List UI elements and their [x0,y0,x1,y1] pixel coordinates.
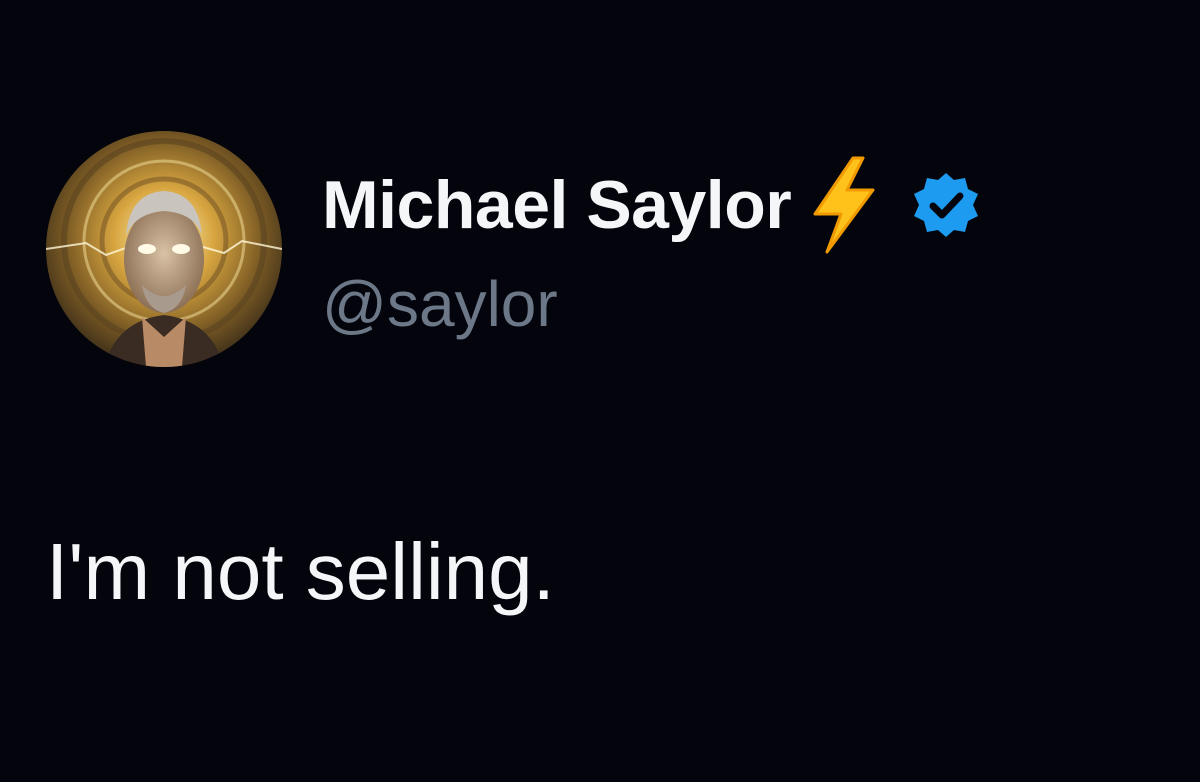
verified-badge-icon[interactable] [911,170,981,240]
author-display-name[interactable]: Michael Saylor [322,171,792,239]
profile-avatar[interactable] [46,131,282,367]
tweet-body-text: I'm not selling. [46,527,555,616]
tweet-card: Michael Saylor @saylor I'm not selling. [0,0,1200,782]
author-handle[interactable]: @saylor [322,272,558,336]
high-voltage-emoji-icon [809,156,879,254]
avatar-image [46,131,282,367]
author-name-row: Michael Saylor [322,156,981,254]
